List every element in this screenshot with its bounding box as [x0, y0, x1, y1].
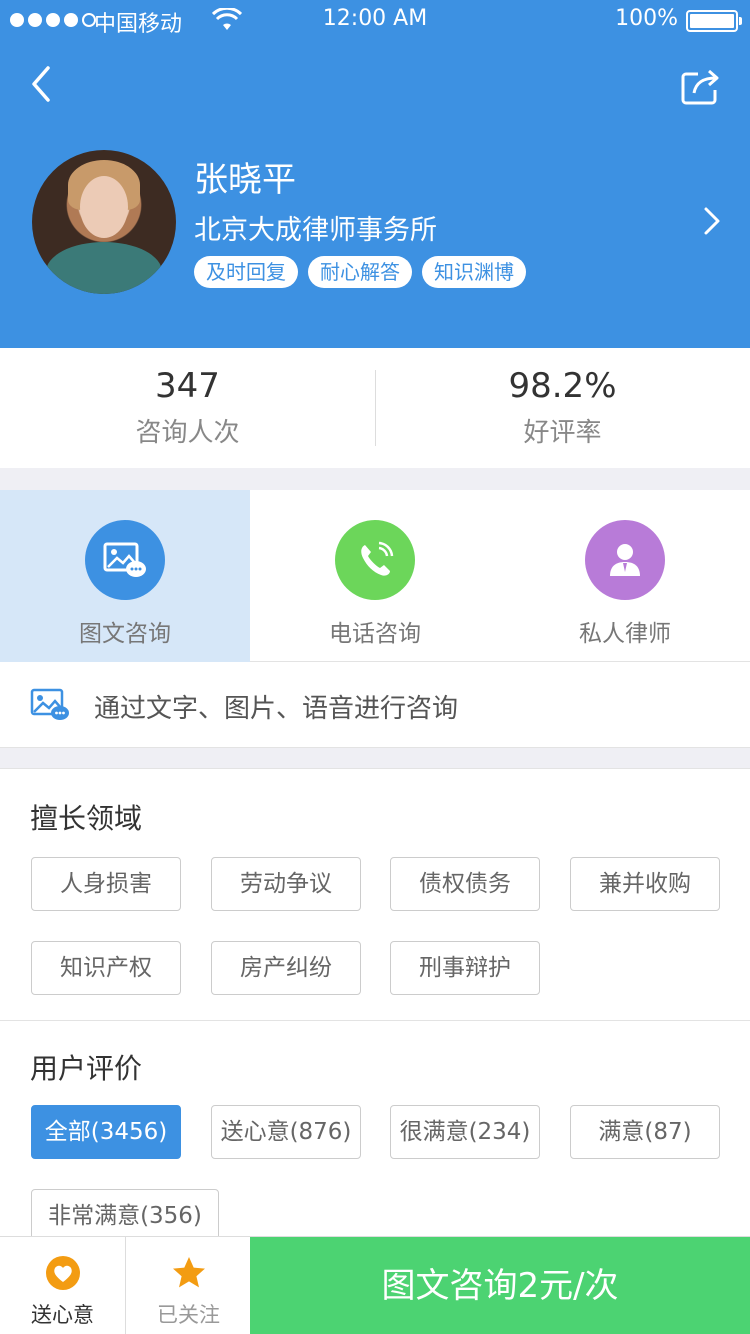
profile-tag: 知识渊博 [422, 256, 526, 288]
stat-value: 347 [155, 366, 220, 406]
image-chat-icon [30, 688, 70, 726]
back-button[interactable] [26, 64, 66, 104]
lawyer-name: 张晓平 [194, 160, 296, 200]
tab-private-lawyer[interactable]: 私人律师 [500, 490, 750, 662]
consult-cta-button[interactable]: 图文咨询2元/次 [250, 1237, 750, 1334]
expertise-chip[interactable]: 人身损害 [31, 857, 181, 911]
bottom-action-bar: 送心意 已关注 图文咨询2元/次 [0, 1236, 750, 1334]
description-text: 通过文字、图片、语音进行咨询 [94, 694, 459, 724]
consult-description: 通过文字、图片、语音进行咨询 [0, 662, 750, 748]
chevron-right-icon[interactable] [700, 206, 724, 236]
stat-consultations: 347 咨询人次 [0, 366, 375, 449]
stat-value: 98.2% [508, 366, 617, 406]
review-filter-all[interactable]: 全部(3456) [31, 1105, 181, 1159]
reviews-section: 用户评价 全部(3456) 送心意(876) 很满意(234) 满意(87) 非… [0, 1020, 750, 1250]
review-filter[interactable]: 满意(87) [570, 1105, 720, 1159]
tab-image-text-consult[interactable]: 图文咨询 [0, 490, 250, 662]
review-filter[interactable]: 非常满意(356) [31, 1189, 219, 1243]
expertise-chip[interactable]: 兼并收购 [570, 857, 720, 911]
review-filter[interactable]: 送心意(876) [211, 1105, 361, 1159]
tab-phone-consult[interactable]: 电话咨询 [250, 490, 500, 662]
avatar [32, 150, 176, 294]
tab-label: 电话咨询 [329, 621, 421, 647]
expertise-chip[interactable]: 债权债务 [390, 857, 540, 911]
follow-label: 已关注 [157, 1303, 220, 1327]
stat-label: 咨询人次 [135, 418, 240, 448]
heart-icon [0, 1255, 125, 1295]
gift-label: 送心意 [31, 1303, 94, 1327]
battery-icon [686, 10, 742, 32]
stat-rating: 98.2% 好评率 [375, 366, 750, 449]
review-filter[interactable]: 很满意(234) [390, 1105, 540, 1159]
expertise-section: 擅长领域 人身损害 劳动争议 债权债务 兼并收购 知识产权 房产纠纷 刑事辩护 [0, 768, 750, 1020]
stat-label: 好评率 [523, 418, 602, 448]
follow-button[interactable]: 已关注 [126, 1237, 251, 1334]
law-firm: 北京大成律师事务所 [194, 215, 437, 246]
section-title: 用户评价 [30, 1052, 143, 1085]
expertise-chip[interactable]: 房产纠纷 [211, 941, 361, 995]
expertise-chip[interactable]: 刑事辩护 [390, 941, 540, 995]
profile-tags: 及时回复 耐心解答 知识渊博 [194, 256, 526, 288]
tab-label: 私人律师 [579, 621, 671, 647]
lawyer-icon [585, 520, 665, 600]
star-icon [126, 1255, 251, 1295]
profile-tag: 及时回复 [194, 256, 298, 288]
profile-header: 中国移动 12:00 AM 100% 张晓平 北京大成律师事务所 及时回复 耐心… [0, 0, 750, 348]
stats-panel: 347 咨询人次 98.2% 好评率 [0, 348, 750, 468]
section-title: 擅长领域 [30, 802, 143, 835]
battery-percent: 100% [615, 6, 678, 31]
image-chat-icon [85, 520, 165, 600]
expertise-chip[interactable]: 知识产权 [31, 941, 181, 995]
send-gift-button[interactable]: 送心意 [0, 1237, 125, 1334]
phone-icon [335, 520, 415, 600]
profile-tag: 耐心解答 [308, 256, 412, 288]
tab-label: 图文咨询 [79, 621, 171, 647]
consult-type-tabs: 图文咨询 电话咨询 私人律师 [0, 490, 750, 662]
status-bar: 中国移动 12:00 AM 100% [0, 0, 750, 40]
expertise-chip[interactable]: 劳动争议 [211, 857, 361, 911]
share-icon [681, 69, 719, 105]
share-button[interactable] [680, 66, 722, 106]
